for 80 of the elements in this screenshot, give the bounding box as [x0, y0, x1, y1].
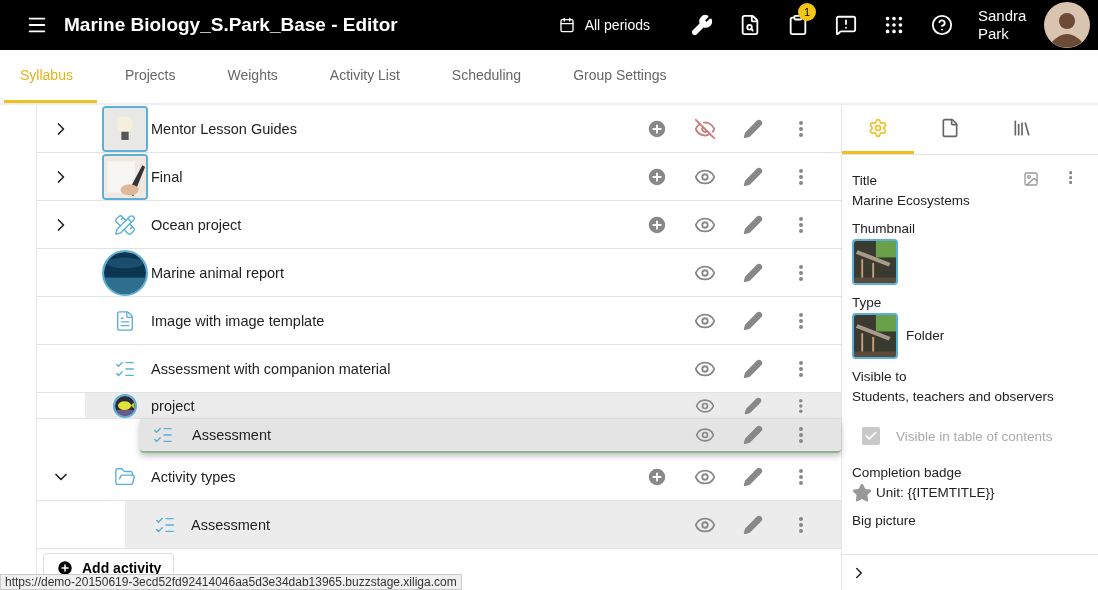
- more-icon: [1068, 171, 1072, 184]
- field-label: Title: [852, 172, 878, 190]
- pencil-icon: [743, 425, 763, 445]
- row-title: Assessment: [192, 427, 272, 443]
- check-icon: [864, 429, 878, 443]
- row-title: Ocean project: [151, 216, 243, 233]
- tab[interactable]: Activity List: [313, 50, 424, 103]
- tab[interactable]: Group Settings: [557, 50, 691, 103]
- calendar-icon: [558, 17, 575, 33]
- image-icon: [1022, 171, 1039, 187]
- syllabus-row[interactable]: Mentor Lesson Guides: [37, 105, 841, 153]
- period-button[interactable]: All periods: [552, 16, 656, 34]
- syllabus-row[interactable]: project: [37, 393, 841, 419]
- plus-icon: [646, 117, 668, 140]
- pencil-icon: [744, 396, 762, 415]
- pencil-icon: [743, 466, 763, 487]
- pencil-icon: [743, 358, 763, 379]
- wrench-icon: [691, 14, 713, 36]
- more-icon: [799, 427, 803, 443]
- checkbox-label: Visible in table of contents: [896, 428, 1053, 444]
- image-button[interactable]: [1022, 171, 1039, 187]
- syllabus-row[interactable]: Assessment: [37, 501, 841, 549]
- row-title: project: [151, 397, 196, 414]
- more-icon: [799, 264, 803, 281]
- field-label: Visible to: [852, 368, 908, 386]
- user-name[interactable]: Sandra Park: [978, 7, 1044, 43]
- field-value: Folder: [906, 327, 945, 345]
- file-icon: [940, 118, 960, 138]
- field-value: Unit: {{ITEMTITLE}}: [876, 484, 995, 502]
- settings-icon: [868, 118, 888, 138]
- pencil-icon: [743, 214, 763, 235]
- field-value: Students, teachers and observers: [852, 388, 1055, 406]
- row-title: Final: [151, 168, 184, 185]
- syllabus-row[interactable]: Marine animal report: [37, 249, 841, 297]
- star-icon: [852, 483, 872, 503]
- clipboard-icon: [787, 14, 809, 36]
- more-icon: [799, 516, 803, 533]
- tab[interactable]: Scheduling: [435, 50, 546, 103]
- more-icon: [799, 120, 803, 137]
- row-title: Assessment with companion material: [151, 360, 392, 377]
- editor-title: Marine Biology_S.Park_Base - Editor: [64, 14, 399, 36]
- field-label: Completion badge: [852, 464, 963, 482]
- pencil-icon: [743, 310, 763, 331]
- tab[interactable]: Weights: [211, 50, 302, 103]
- plus-icon: [646, 165, 668, 188]
- avatar[interactable]: [1044, 2, 1090, 48]
- row-title: Mentor Lesson Guides: [151, 120, 298, 137]
- more-icon: [799, 360, 803, 377]
- more-icon: [799, 216, 803, 233]
- url-tooltip: https://demo-20150619-3ecd52fd92414046aa5d3e34dab13965.buzzstage.xiliga.com: [0, 574, 462, 590]
- plus-icon: [646, 213, 668, 236]
- syllabus-row[interactable]: Final: [37, 153, 841, 201]
- plus-icon: [646, 465, 668, 488]
- field-label: Type: [852, 294, 883, 312]
- row-title: Activity types: [151, 468, 237, 485]
- field-value: Marine Ecosystems: [852, 192, 971, 210]
- help-icon: [931, 14, 953, 36]
- pencil-icon: [743, 166, 763, 187]
- library-icon: [1012, 118, 1032, 138]
- pencil-icon: [743, 118, 763, 139]
- more-icon: [799, 312, 803, 329]
- pencil-icon: [743, 514, 763, 535]
- field-label: Thumbnail: [852, 220, 917, 238]
- feedback-icon: [835, 14, 857, 36]
- more-icon: [799, 468, 803, 485]
- notification-badge: 1: [798, 3, 816, 21]
- field-label: Big picture: [852, 512, 917, 530]
- more-icon: [799, 168, 803, 185]
- clipboard-button[interactable]: 1: [774, 5, 822, 45]
- tab[interactable]: Projects: [108, 50, 200, 103]
- row-title: Image with image template: [151, 312, 326, 329]
- more-button[interactable]: [1068, 171, 1072, 184]
- row-title: Marine animal report: [151, 264, 285, 281]
- eye-icon: [695, 425, 715, 445]
- apps-icon: [883, 14, 905, 36]
- more-icon: [799, 398, 803, 413]
- row-title: Assessment: [191, 516, 271, 533]
- eye-off-icon: [694, 117, 716, 140]
- pencil-icon: [743, 262, 763, 283]
- document-search-icon: [739, 14, 761, 36]
